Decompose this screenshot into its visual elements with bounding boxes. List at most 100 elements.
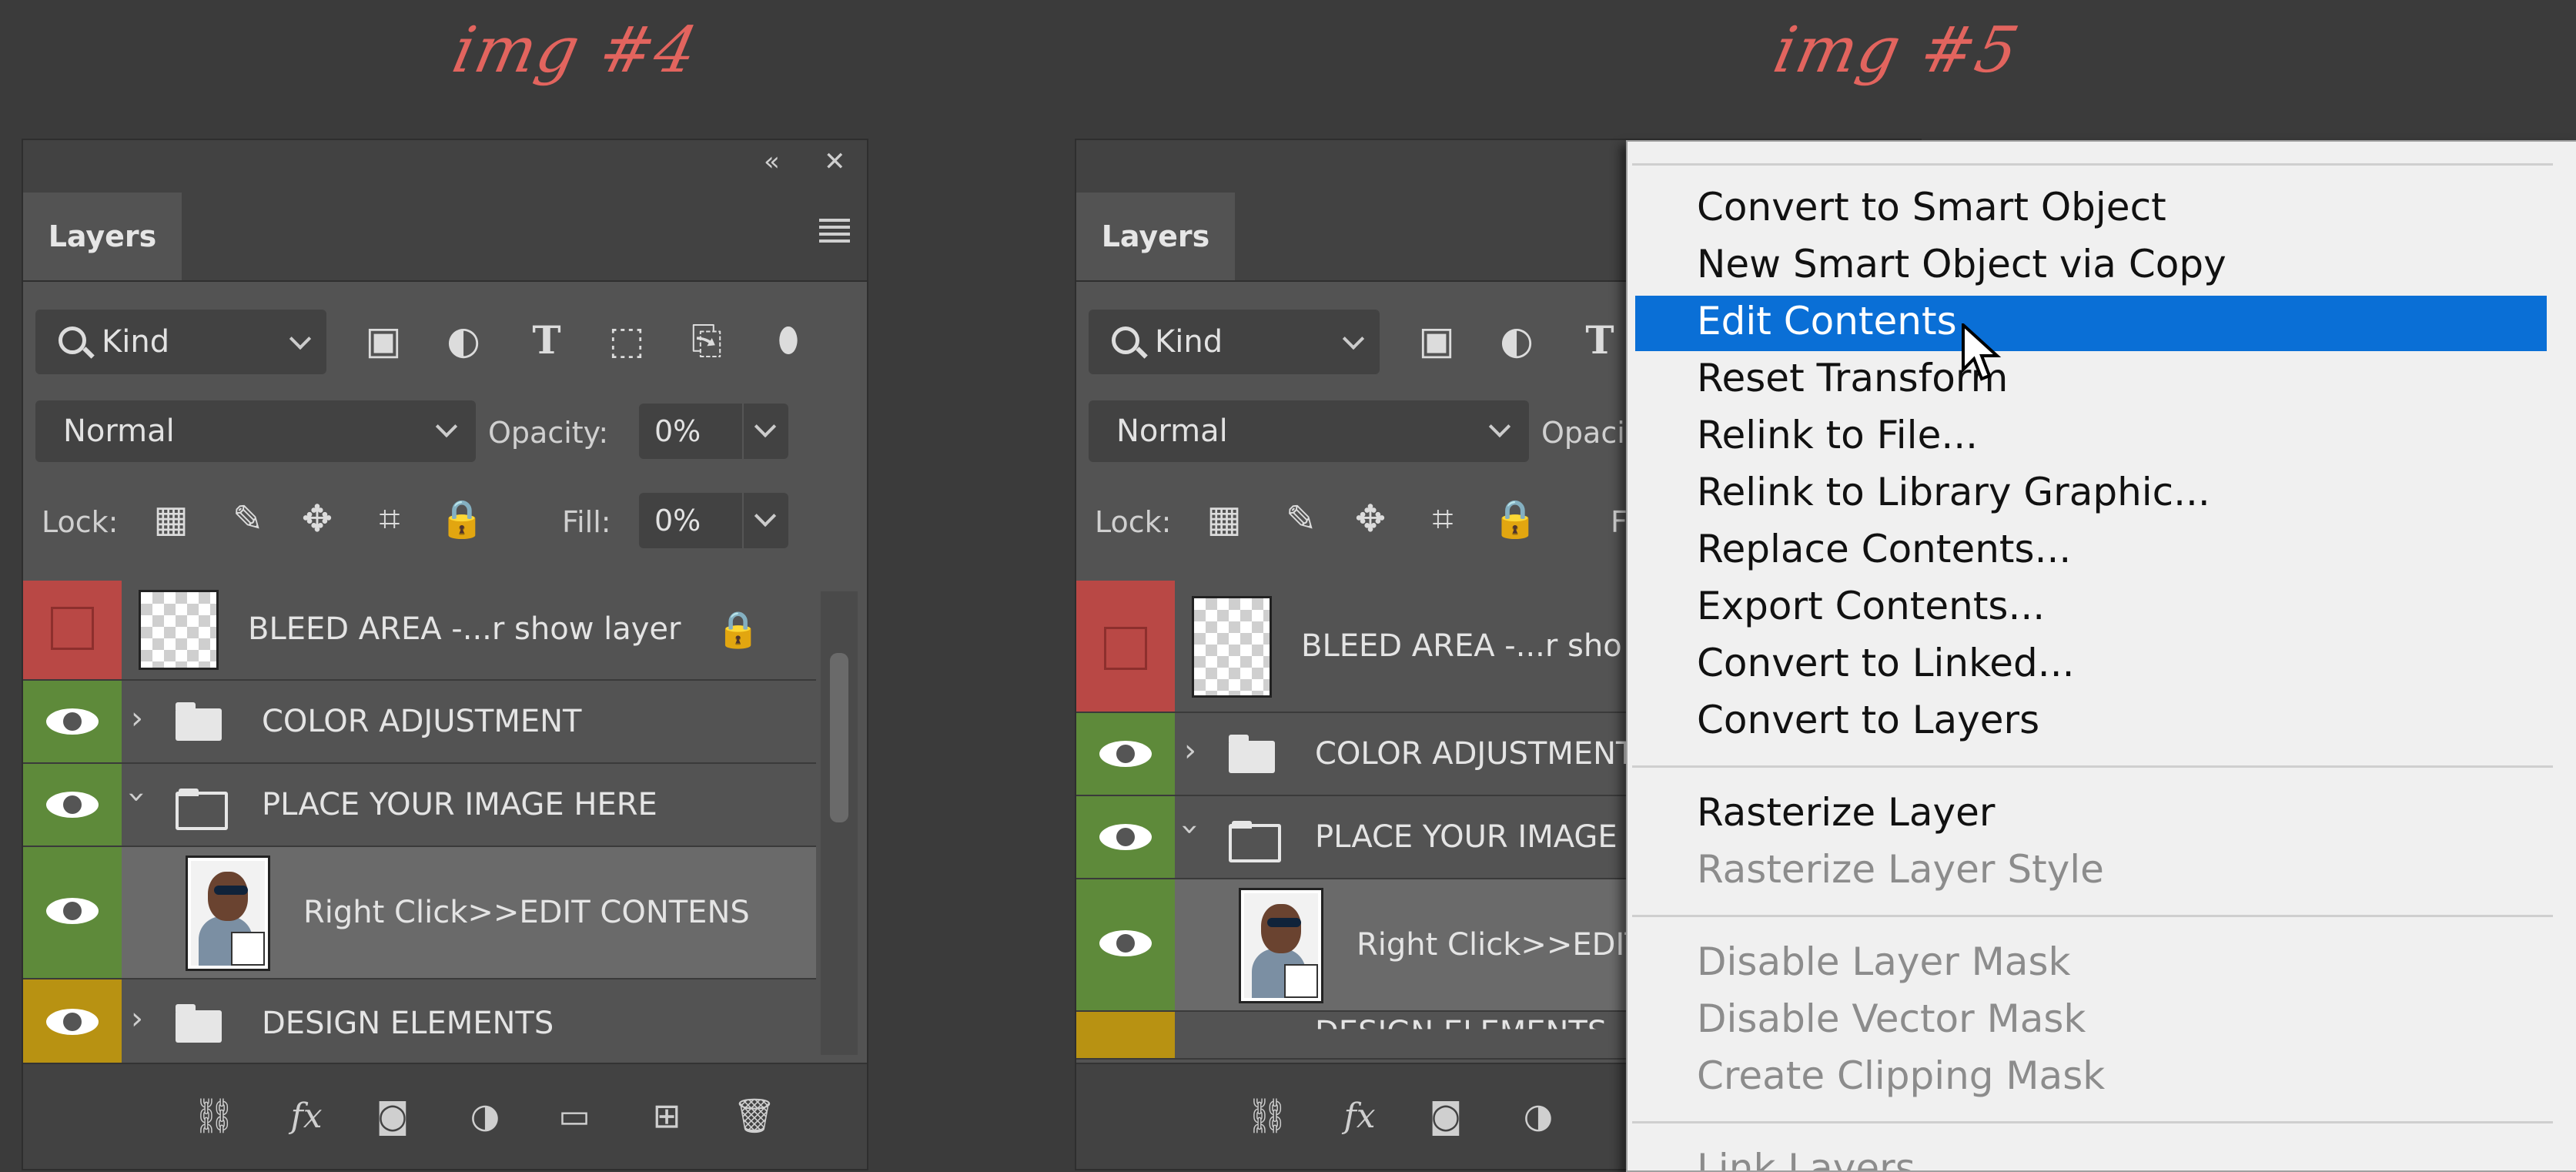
fx-icon[interactable]: fx xyxy=(283,1095,330,1138)
eye-icon xyxy=(46,1009,99,1035)
chevron-right-icon[interactable]: › xyxy=(131,1001,143,1036)
chevron-down-icon[interactable]: › xyxy=(119,791,155,803)
layer-name: DESIGN ELEMENTS xyxy=(1315,1015,1607,1050)
panel-top-strip: « ✕ xyxy=(23,140,867,186)
menu-item-export-contents[interactable]: Export Contents... xyxy=(1697,584,2045,628)
smart-object-thumbnail xyxy=(188,858,268,969)
filter-kind-dropdown[interactable]: Kind xyxy=(35,310,326,374)
lock-artboard-icon[interactable]: ⌗ xyxy=(1420,496,1466,542)
menu-item-edit-contents[interactable]: Edit Contents xyxy=(1697,299,1957,343)
visibility-toggle[interactable] xyxy=(1076,879,1175,1010)
visibility-toggle[interactable] xyxy=(23,764,122,846)
chevron-down-icon xyxy=(754,415,777,438)
layer-thumbnail xyxy=(139,590,219,670)
chevron-down-icon xyxy=(1488,415,1511,438)
panel-menu-icon[interactable] xyxy=(819,219,850,243)
tab-layers[interactable]: Layers xyxy=(1076,193,1235,280)
fill-dropdown[interactable] xyxy=(742,493,788,548)
chevron-down-icon[interactable]: › xyxy=(1173,823,1208,835)
menu-item-replace-contents[interactable]: Replace Contents... xyxy=(1697,527,2071,571)
collapse-icon[interactable]: « xyxy=(764,146,780,177)
hidden-box-icon xyxy=(1104,627,1147,670)
open-folder-icon xyxy=(176,789,228,830)
pixel-filter-icon[interactable]: ▣ xyxy=(360,317,406,363)
add-mask-icon[interactable]: ◙ xyxy=(1423,1095,1469,1138)
menu-item-new-smart-object-copy[interactable]: New Smart Object via Copy xyxy=(1697,242,2226,286)
new-group-icon[interactable]: ▭ xyxy=(551,1095,597,1138)
type-filter-icon[interactable]: T xyxy=(524,317,570,363)
menu-item-convert-linked[interactable]: Convert to Linked... xyxy=(1697,641,2074,685)
visibility-toggle[interactable] xyxy=(1076,1012,1175,1058)
chevron-right-icon[interactable]: › xyxy=(131,701,143,736)
layers-scrollbar[interactable] xyxy=(821,591,858,1055)
type-filter-icon[interactable]: T xyxy=(1577,317,1623,363)
menu-item-relink-library[interactable]: Relink to Library Graphic... xyxy=(1697,470,2210,514)
menu-item-rasterize-layer[interactable]: Rasterize Layer xyxy=(1697,790,1995,835)
menu-item-convert-layers[interactable]: Convert to Layers xyxy=(1697,698,2039,742)
fill-field[interactable]: 0% xyxy=(639,493,742,548)
add-mask-icon[interactable]: ◙ xyxy=(370,1095,416,1138)
layer-row-smart-object[interactable]: Right Click>>EDIT CONTENS xyxy=(23,847,816,979)
trash-icon[interactable]: 🗑 xyxy=(731,1095,778,1138)
layer-row-bleed-area[interactable]: BLEED AREA -...r show layer 🔒 xyxy=(23,581,816,681)
lock-all-icon[interactable]: 🔒 xyxy=(1492,496,1538,542)
layer-row-place-your-image[interactable]: › PLACE YOUR IMAGE HERE xyxy=(23,764,816,847)
lock-pixels-icon[interactable]: ✎ xyxy=(225,496,271,542)
eye-icon xyxy=(1099,930,1152,956)
lock-artboard-icon[interactable]: ⌗ xyxy=(366,496,413,542)
chevron-right-icon[interactable]: › xyxy=(1184,733,1196,768)
lock-pixels-icon[interactable]: ✎ xyxy=(1278,496,1324,542)
opacity-field[interactable]: 0% xyxy=(639,404,742,459)
search-icon xyxy=(1112,326,1139,354)
menu-item-relink-file[interactable]: Relink to File... xyxy=(1697,413,1978,457)
new-layer-icon[interactable]: ⊞ xyxy=(644,1095,690,1138)
filter-toggle-icon[interactable]: ⬮ xyxy=(765,317,811,363)
menu-item-link-layers: Link Layers xyxy=(1697,1146,1915,1172)
blend-mode-dropdown[interactable]: Normal xyxy=(35,400,476,462)
visibility-toggle[interactable] xyxy=(1076,796,1175,878)
layer-name: PLACE YOUR IMAGE HERE xyxy=(262,787,657,822)
search-icon xyxy=(59,326,86,354)
lock-all-icon[interactable]: 🔒 xyxy=(439,496,485,542)
adjustment-layer-icon[interactable]: ◑ xyxy=(1515,1095,1561,1138)
visibility-toggle[interactable] xyxy=(1076,713,1175,795)
lock-transparent-icon[interactable]: ▦ xyxy=(1201,496,1247,542)
scrollbar-thumb[interactable] xyxy=(830,653,848,822)
layer-row-design-elements[interactable]: › DESIGN ELEMENTS xyxy=(23,979,816,1066)
layer-row-color-adjustment[interactable]: › COLOR ADJUSTMENT xyxy=(23,681,816,764)
layer-name: DESIGN ELEMENTS xyxy=(262,1006,554,1041)
lock-transparent-icon[interactable]: ▦ xyxy=(148,496,194,542)
lock-position-icon[interactable]: ✥ xyxy=(294,496,340,542)
adjustment-filter-icon[interactable]: ◐ xyxy=(440,317,487,363)
visibility-toggle[interactable] xyxy=(23,979,122,1064)
adjustment-filter-icon[interactable]: ◐ xyxy=(1494,317,1540,363)
filter-kind-dropdown[interactable]: Kind xyxy=(1089,310,1380,374)
visibility-toggle[interactable] xyxy=(23,581,122,679)
opacity-dropdown[interactable] xyxy=(742,404,788,459)
visibility-toggle[interactable] xyxy=(23,847,122,978)
blend-mode-dropdown[interactable]: Normal xyxy=(1089,400,1529,462)
hidden-box-icon xyxy=(51,607,94,650)
close-icon[interactable]: ✕ xyxy=(824,146,846,177)
blend-mode-label: Normal xyxy=(1116,414,1228,449)
shape-filter-icon[interactable]: ⬚ xyxy=(604,317,650,363)
link-layers-icon[interactable]: ⛓ xyxy=(191,1095,237,1138)
chevron-down-icon xyxy=(1342,327,1365,350)
tab-layers[interactable]: Layers xyxy=(23,193,182,280)
pixel-filter-icon[interactable]: ▣ xyxy=(1413,317,1460,363)
menu-item-create-clipping-mask: Create Clipping Mask xyxy=(1697,1053,2106,1098)
adjustment-layer-icon[interactable]: ◑ xyxy=(462,1095,508,1138)
smart-object-badge-icon xyxy=(1284,964,1318,998)
menu-separator xyxy=(1632,163,2553,166)
smart-object-filter-icon[interactable]: ⎘ xyxy=(684,317,730,363)
visibility-toggle[interactable] xyxy=(1076,581,1175,712)
caption-img-4: img #4 xyxy=(446,14,705,87)
menu-item-convert-smart-object[interactable]: Convert to Smart Object xyxy=(1697,185,2166,229)
lock-icon: 🔒 xyxy=(716,608,761,650)
chevron-down-icon xyxy=(435,415,458,438)
caption-img-5: img #5 xyxy=(1767,14,2026,87)
lock-position-icon[interactable]: ✥ xyxy=(1347,496,1393,542)
visibility-toggle[interactable] xyxy=(23,681,122,762)
link-layers-icon[interactable]: ⛓ xyxy=(1244,1095,1290,1138)
fx-icon[interactable]: fx xyxy=(1337,1095,1383,1138)
